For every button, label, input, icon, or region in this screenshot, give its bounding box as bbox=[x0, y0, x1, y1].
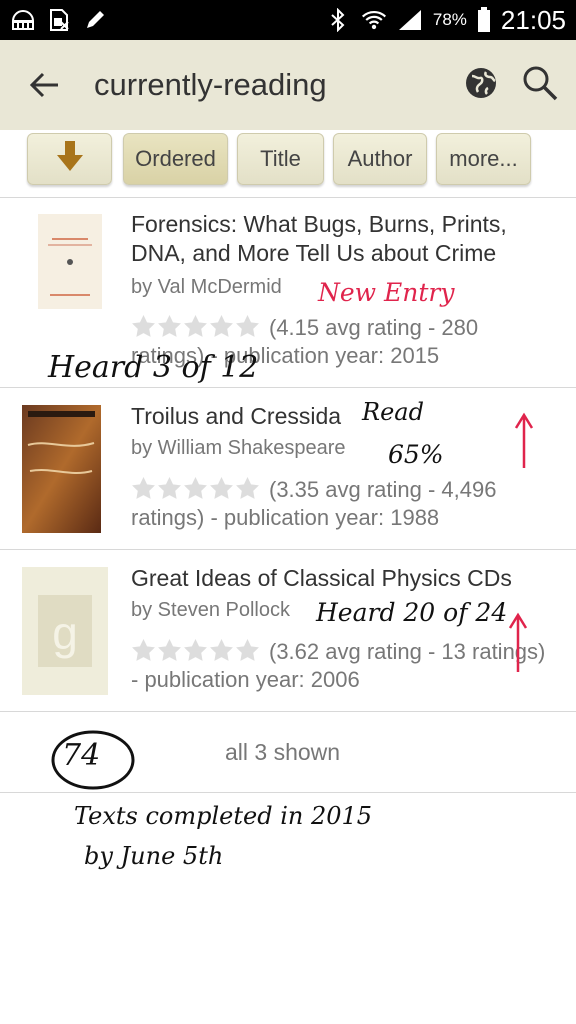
globe-icon[interactable] bbox=[464, 66, 498, 105]
handwritten-note-line1: Texts completed in 2015 bbox=[74, 802, 373, 830]
signal-icon bbox=[397, 7, 423, 33]
page-title: currently-reading bbox=[94, 67, 327, 102]
wifi-icon bbox=[361, 7, 387, 33]
sim-off-icon bbox=[46, 7, 72, 33]
book-title: Troilus and Cressida bbox=[131, 403, 342, 429]
sort-title-button[interactable]: Title bbox=[237, 133, 324, 185]
book-title: Forensics: What Bugs, Burns, Prints, DNA… bbox=[131, 211, 507, 266]
search-icon[interactable] bbox=[522, 65, 558, 106]
sort-author-button[interactable]: Author bbox=[333, 133, 427, 185]
bluetooth-icon bbox=[325, 7, 351, 33]
shown-count: all 3 shown bbox=[225, 739, 341, 765]
book-author: by William Shakespeare bbox=[131, 437, 346, 459]
handwritten-new-entry: New Entry bbox=[318, 278, 455, 307]
pen-icon bbox=[82, 7, 108, 33]
handwritten-heard-20-of-24: Heard 20 of 24 bbox=[316, 598, 508, 627]
book-cover bbox=[22, 405, 101, 533]
handwritten-note-line2: by June 5th bbox=[84, 842, 224, 870]
book-cover bbox=[38, 214, 102, 309]
battery-icon bbox=[477, 7, 491, 33]
book-row[interactable]: g Great Ideas of Classical Physics CDs b… bbox=[0, 550, 576, 712]
battery-percent: 78% bbox=[432, 10, 467, 29]
clock: 21:05 bbox=[500, 4, 566, 35]
sort-more-button[interactable]: more... bbox=[436, 133, 531, 185]
handwritten-read: Read bbox=[362, 398, 424, 426]
svg-text:g: g bbox=[52, 607, 78, 659]
red-up-arrow-icon bbox=[508, 612, 528, 672]
book-meta: (3.35 avg rating - 4,496 ratings) - publ… bbox=[131, 477, 497, 530]
download-button[interactable] bbox=[27, 133, 112, 185]
book-meta: (3.62 avg rating - 13 ratings) - publica… bbox=[131, 639, 546, 692]
book-author: by Val McDermid bbox=[131, 276, 282, 298]
back-arrow-icon[interactable] bbox=[18, 59, 70, 111]
book-title: Great Ideas of Classical Physics CDs bbox=[131, 565, 512, 591]
handwritten-percent: 65% bbox=[388, 440, 444, 469]
book-row[interactable]: Troilus and Cressida by William Shakespe… bbox=[0, 388, 576, 550]
status-bar: 78% 21:05 bbox=[0, 0, 576, 40]
action-bar: currently-reading bbox=[0, 40, 576, 130]
sort-ordered-button[interactable]: Ordered bbox=[123, 133, 228, 185]
handwritten-heard-3-of-12: Heard 3 of 12 bbox=[48, 350, 259, 385]
handwritten-circled-number: 74 bbox=[62, 738, 101, 773]
down-arrow-icon bbox=[54, 139, 86, 179]
red-up-arrow-icon bbox=[514, 412, 534, 468]
book-author: by Steven Pollock bbox=[131, 599, 290, 621]
sort-bar: Ordered Title Author more... bbox=[0, 130, 576, 198]
gallery-icon bbox=[10, 7, 36, 33]
book-cover: g bbox=[22, 567, 108, 695]
